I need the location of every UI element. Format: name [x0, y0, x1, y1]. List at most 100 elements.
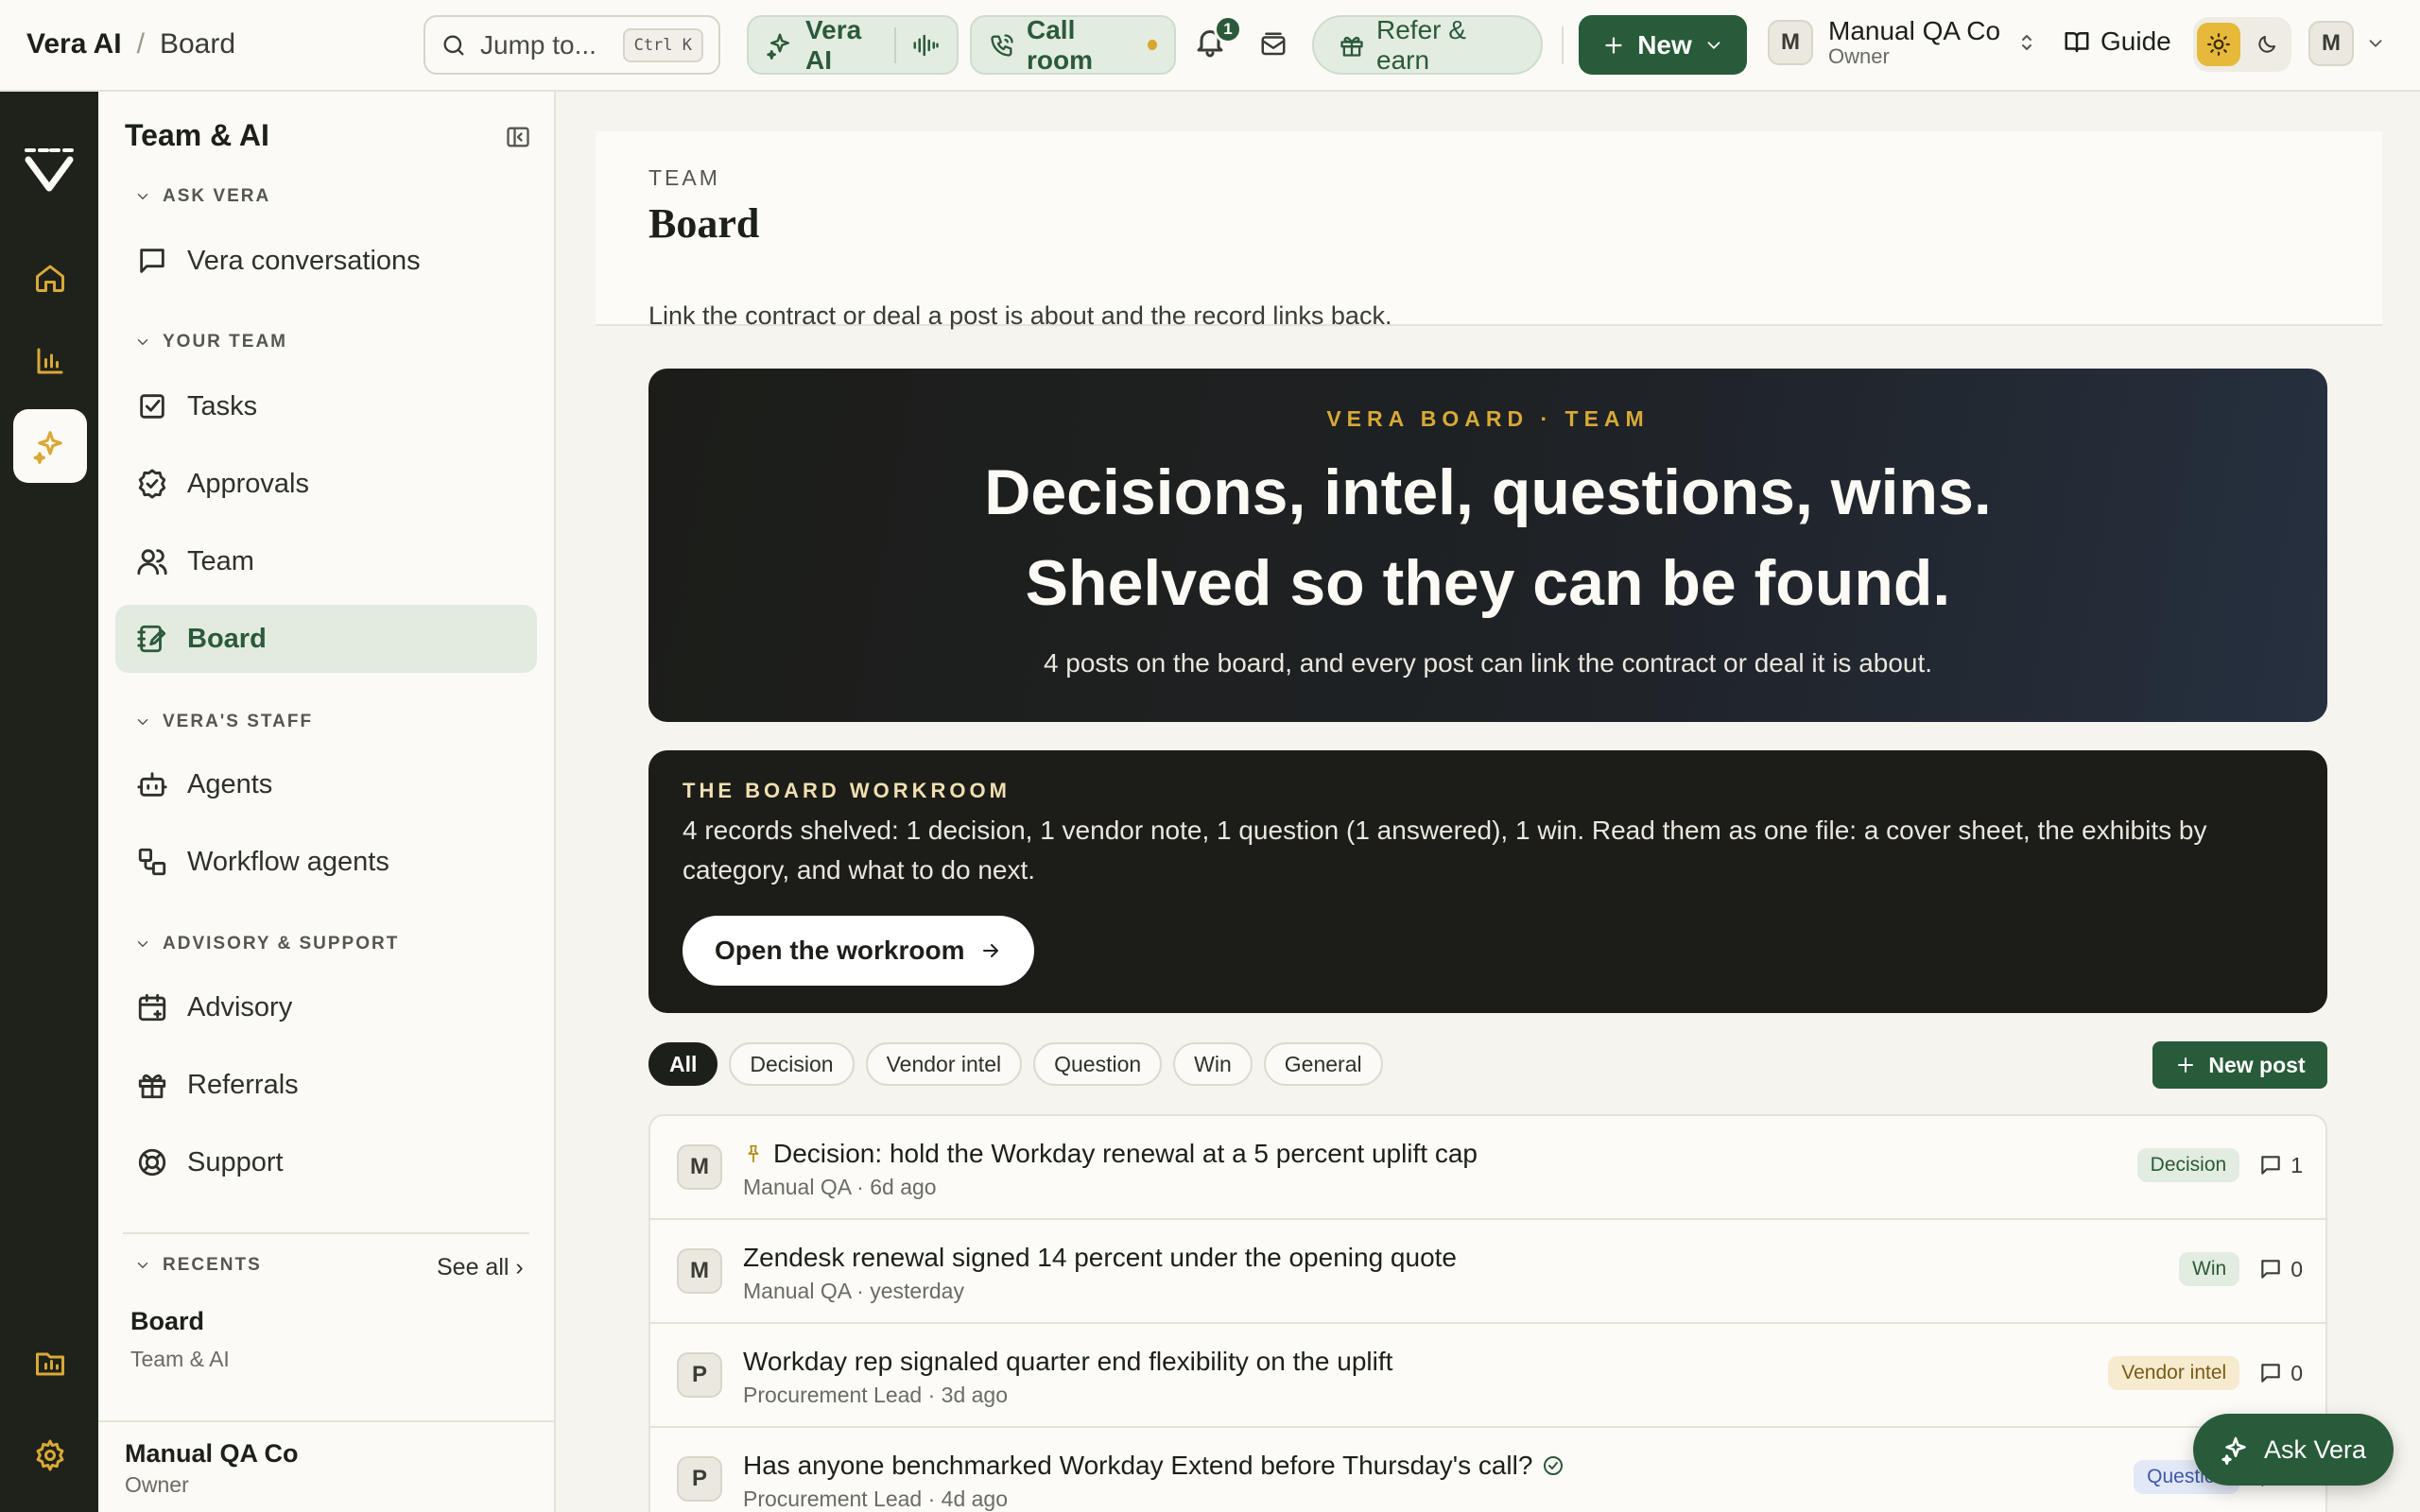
vera-logo[interactable] — [23, 141, 76, 194]
org-role: Owner — [1828, 44, 1890, 68]
chevron-updown-icon — [2015, 31, 2038, 54]
post-title[interactable]: Workday rep signaled quarter end flexibi… — [743, 1347, 1392, 1377]
category-tag: Vendor intel — [2108, 1356, 2240, 1390]
sidebar-item-label: Referrals — [187, 1069, 299, 1100]
breadcrumb-app[interactable]: Vera AI — [26, 28, 122, 60]
user-menu[interactable]: M — [2308, 21, 2386, 66]
sidebar-item-label: Board — [187, 623, 267, 654]
new-post-label: New post — [2208, 1052, 2306, 1077]
filter-decision[interactable]: Decision — [729, 1042, 855, 1086]
sidebar-item-tasks[interactable]: Tasks — [115, 372, 537, 440]
comment-count: 0 — [2258, 1257, 2303, 1282]
sidebar-item-board[interactable]: Board — [115, 605, 537, 673]
guide-button[interactable]: Guide — [2063, 26, 2171, 57]
refer-label: Refer & earn — [1376, 14, 1466, 75]
section-ask-vera[interactable]: ASK VERA — [134, 186, 270, 207]
comment-icon — [2261, 1260, 2280, 1279]
post-row[interactable]: M Decision: hold the Workday renewal at … — [650, 1116, 2325, 1220]
post-row[interactable]: P Has anyone benchmarked Workday Extend … — [650, 1428, 2325, 1512]
vera-ai-label: Vera AI — [805, 14, 862, 75]
post-title[interactable]: Decision: hold the Workday renewal at a … — [773, 1139, 1478, 1169]
filter-win[interactable]: Win — [1173, 1042, 1253, 1086]
org-switcher[interactable]: M Manual QA Co Owner — [1768, 17, 2038, 68]
sparkle-icon — [2221, 1435, 2251, 1465]
chevron-down-icon — [137, 339, 148, 345]
chat-icon — [140, 249, 164, 273]
folder-chart-icon[interactable] — [13, 1326, 87, 1400]
sidebar-item-advisory[interactable]: Advisory — [115, 973, 537, 1041]
section-label: YOUR TEAM — [163, 332, 287, 352]
comment-icon — [2261, 1156, 2280, 1175]
section-label: RECENTS — [163, 1255, 262, 1275]
post-row[interactable]: M Zendesk renewal signed 14 percent unde… — [650, 1220, 2325, 1324]
filter-question[interactable]: Question — [1033, 1042, 1163, 1086]
category-tag: Win — [2179, 1252, 2240, 1286]
open-workroom-button[interactable]: Open the workroom — [683, 916, 1035, 986]
sidebar-item-team[interactable]: Team — [115, 527, 537, 595]
users-icon — [137, 549, 167, 576]
breadcrumb: Vera AI / Board — [26, 28, 235, 60]
section-label: ADVISORY & SUPPORT — [163, 934, 400, 954]
workflow-icon — [138, 848, 166, 876]
vera-ai-button[interactable]: Vera AI — [747, 15, 959, 75]
see-all-link[interactable]: See all › — [437, 1254, 524, 1281]
sidebar-item-label: Support — [187, 1146, 284, 1177]
call-room-button[interactable]: Call room — [970, 15, 1176, 75]
analytics-icon[interactable] — [13, 324, 87, 398]
category-tag: Decision — [2136, 1148, 2240, 1182]
sparkle-icon[interactable] — [13, 409, 87, 483]
sidebar-org[interactable]: Manual QA Co Owner — [125, 1439, 299, 1498]
sidebar-item-vera-conversations[interactable]: Vera conversations — [115, 227, 537, 295]
filter-all[interactable]: All — [648, 1042, 718, 1086]
section-advisory-support[interactable]: ADVISORY & SUPPORT — [134, 934, 399, 954]
chevron-down-icon — [2365, 33, 2386, 54]
gear-icon[interactable] — [13, 1418, 87, 1492]
recent-item-title[interactable]: Board — [130, 1307, 204, 1336]
filter-vendor-intel[interactable]: Vendor intel — [865, 1042, 1023, 1086]
theme-toggle[interactable] — [2193, 17, 2291, 72]
post-row[interactable]: P Workday rep signaled quarter end flexi… — [650, 1324, 2325, 1428]
inbox-button[interactable] — [1259, 30, 1288, 59]
section-veras-staff[interactable]: VERA'S STAFF — [134, 712, 313, 732]
sun-icon[interactable] — [2197, 23, 2240, 66]
comment-count-value: 1 — [2290, 1152, 2303, 1177]
notifications-button[interactable]: 1 — [1193, 15, 1242, 59]
section-your-team[interactable]: YOUR TEAM — [134, 332, 287, 352]
bot-icon — [137, 772, 167, 797]
author-avatar: P — [677, 1456, 722, 1502]
sidebar-title: Team & AI — [125, 118, 269, 152]
sidebar-item-label: Approvals — [187, 468, 309, 499]
jump-to-search[interactable]: Jump to... Ctrl K — [424, 15, 720, 75]
chevron-down-icon — [137, 719, 148, 725]
lifebuoy-icon — [138, 1148, 166, 1177]
section-label: ASK VERA — [163, 186, 271, 206]
sidebar-item-support[interactable]: Support — [115, 1128, 537, 1196]
filter-general[interactable]: General — [1263, 1042, 1383, 1086]
page-title: Board — [648, 200, 760, 247]
shortcut-hint: Ctrl K — [622, 27, 703, 62]
sidebar-item-approvals[interactable]: Approvals — [115, 450, 537, 518]
collapse-sidebar-icon[interactable] — [505, 124, 531, 150]
sidebar-item-workflow-agents[interactable]: Workflow agents — [115, 828, 537, 896]
section-label: VERA'S STAFF — [163, 712, 314, 731]
voice-wave-icon[interactable] — [911, 31, 940, 60]
ask-vera-button[interactable]: Ask Vera — [2193, 1414, 2394, 1486]
divider — [123, 1232, 529, 1234]
main-content: TEAM Board Link the contract or deal a p… — [558, 92, 2420, 1512]
refer-earn-button[interactable]: Refer & earn — [1312, 15, 1543, 75]
chevron-down-icon — [137, 194, 148, 199]
moon-icon[interactable] — [2248, 33, 2286, 56]
org-avatar: M — [1768, 20, 1813, 65]
sidebar-item-agents[interactable]: Agents — [115, 750, 537, 818]
new-post-button[interactable]: New post — [2152, 1041, 2327, 1089]
comment-count: 0 — [2258, 1361, 2303, 1386]
post-title[interactable]: Has anyone benchmarked Workday Extend be… — [743, 1451, 1532, 1481]
user-avatar: M — [2308, 21, 2354, 66]
post-title[interactable]: Zendesk renewal signed 14 percent under … — [743, 1243, 1457, 1273]
sidebar-item-referrals[interactable]: Referrals — [115, 1051, 537, 1119]
sidebar-org-role: Owner — [125, 1472, 189, 1497]
comment-count-value: 0 — [2290, 1360, 2303, 1385]
new-button[interactable]: New — [1579, 15, 1747, 75]
home-icon[interactable] — [13, 241, 87, 315]
section-recents[interactable]: RECENTS — [134, 1255, 262, 1276]
